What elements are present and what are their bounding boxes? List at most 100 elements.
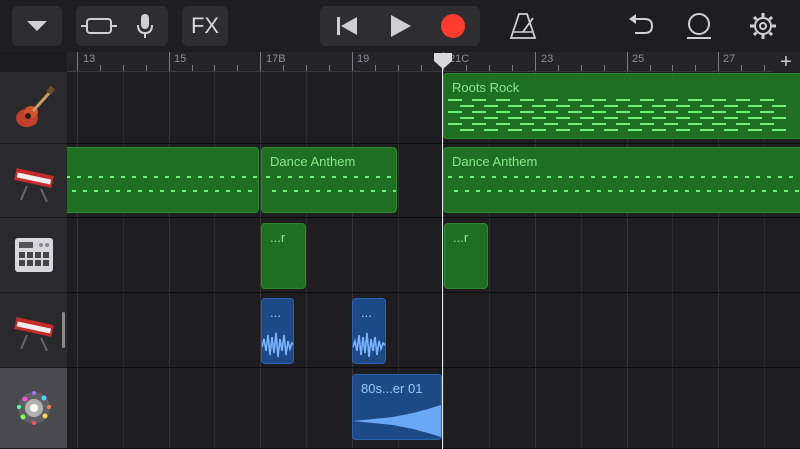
track-header-drum-machine[interactable] [0,218,67,293]
play-button[interactable] [374,6,427,46]
midi-note [760,123,774,125]
midi-note [640,190,645,192]
drum-machine-icon [14,238,53,272]
midi-note [748,105,762,107]
record-icon [441,14,465,38]
tracks-area[interactable]: Roots Rock Dance Anthem Dance Anthem ...… [67,72,800,449]
midi-note [253,176,257,178]
midi-note [365,176,369,178]
fx-label: FX [190,13,220,38]
ruler-label: 23 [541,53,554,65]
midi-note [618,190,623,192]
loop-button[interactable] [676,6,722,46]
region-dance-anthem-intro[interactable] [67,147,259,213]
ruler-tick [122,65,124,71]
midi-note [541,190,546,192]
midi-note [723,176,727,178]
metronome-button[interactable] [500,6,546,46]
midi-note [299,176,303,178]
midi-note [448,99,462,101]
midi-note [736,111,750,113]
midi-note [679,176,683,178]
playhead-handle-icon[interactable] [433,52,453,70]
view-group [76,6,168,46]
track-header-keyboard-2[interactable] [0,293,67,368]
midi-note [673,190,678,192]
midi-note [580,129,594,131]
midi-note [321,176,325,178]
ruler-tick [557,65,559,71]
midi-note [277,176,281,178]
midi-note [695,190,700,192]
skip-back-icon [337,17,357,35]
playhead[interactable] [442,62,443,449]
ruler-tick [420,65,422,71]
midi-note [381,190,386,192]
undo-button[interactable] [618,6,664,46]
ruler-tick [672,65,674,71]
ruler-tick [764,65,765,71]
midi-note [520,111,534,113]
midi-note [496,99,510,101]
midi-note [370,190,375,192]
add-section-button[interactable]: + [772,52,800,72]
ruler-tick [306,65,307,71]
midi-note [596,190,601,192]
region-label: Dance Anthem [452,154,538,169]
midi-note [484,129,498,131]
record-button[interactable] [427,6,480,46]
midi-note [552,190,557,192]
track-header-guitar[interactable] [0,72,67,144]
play-icon [391,15,411,37]
region-label: Dance Anthem [270,154,356,169]
midi-note [492,176,496,178]
region-dance-anthem-2[interactable]: Dance Anthem [443,147,800,213]
track-lane [67,293,800,368]
midi-note [472,111,486,113]
ruler-tick [328,65,330,71]
region-dance-anthem-1[interactable]: Dance Anthem [261,147,397,213]
region-audio-80s[interactable]: 80s...er 01 [352,374,442,440]
midi-note [568,123,582,125]
go-to-beginning-button[interactable] [321,6,374,46]
midi-note [629,190,634,192]
region-drums-2[interactable]: ...r [444,223,488,289]
midi-note [203,190,208,192]
track-header-keyboard[interactable] [0,144,67,218]
browser-dropdown-button[interactable] [12,6,62,46]
midi-note [448,111,462,113]
ruler-tick [214,65,216,71]
region-drums-1[interactable]: ...r [261,223,306,289]
midi-note [165,176,169,178]
tracks-view-button[interactable] [76,6,122,46]
fx-button[interactable]: FX [182,6,228,46]
midi-note [475,190,480,192]
region-audio-2[interactable]: ... [352,298,386,364]
track-header-sampler[interactable] [0,368,67,449]
midi-note [508,190,513,192]
midi-note [688,111,702,113]
midi-note [607,190,612,192]
midi-note [115,190,120,192]
region-roots-rock[interactable]: Roots Rock [443,73,800,139]
midi-note [580,176,584,178]
midi-note [348,190,353,192]
midi-note [376,176,380,178]
tracks-view-icon [81,18,117,34]
midi-note [176,176,180,178]
microphone-icon [137,14,153,38]
midi-note [359,190,364,192]
midi-note [772,129,786,131]
midi-note [724,105,738,107]
midi-note [67,176,70,178]
midi-note [231,176,235,178]
midi-note [628,117,642,119]
midi-note [259,190,260,192]
region-audio-1[interactable]: ... [261,298,294,364]
midi-note [448,123,462,125]
midi-note [520,99,534,101]
midi-note [739,190,744,192]
region-label: ...r [453,230,469,245]
settings-button[interactable] [740,6,786,46]
microphone-button[interactable] [122,6,168,46]
